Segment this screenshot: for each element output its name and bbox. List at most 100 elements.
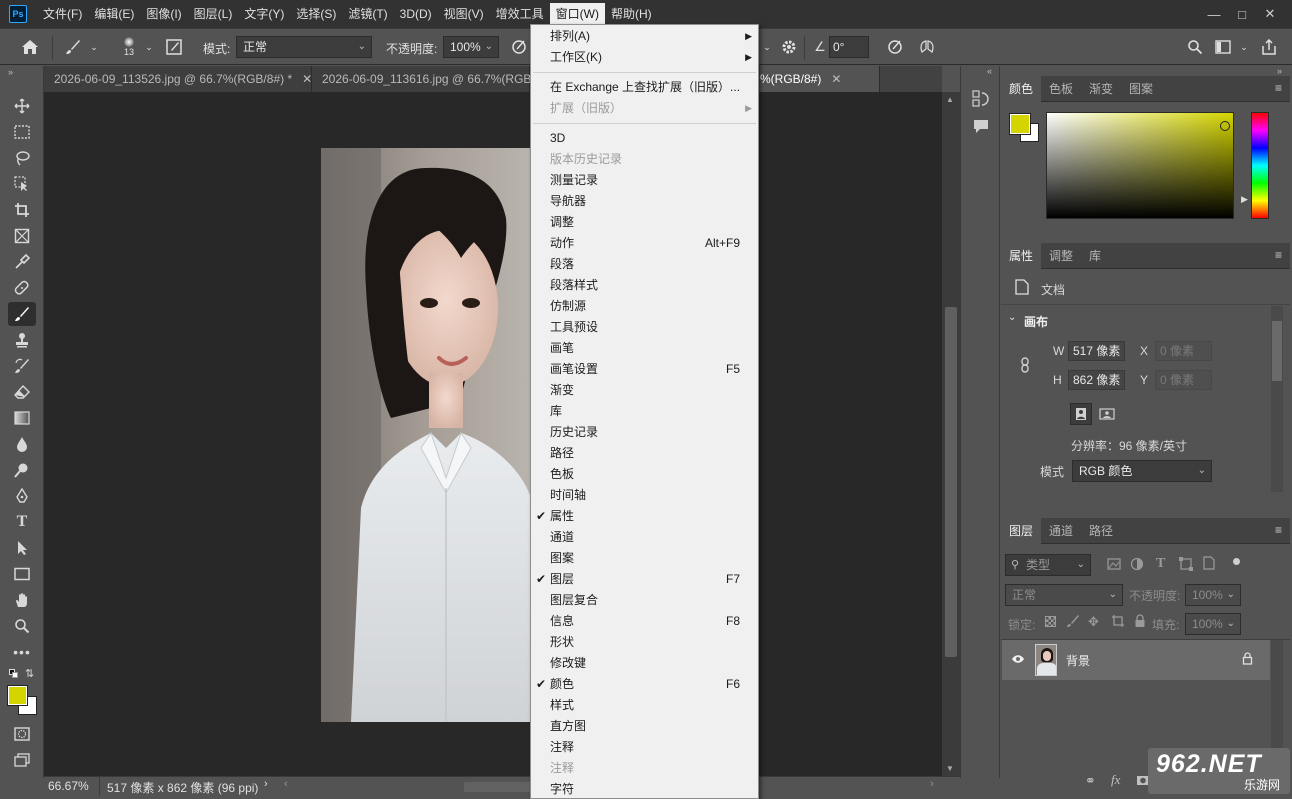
brush-preset-picker[interactable]: 13	[116, 34, 142, 60]
close-icon[interactable]: ✕	[302, 72, 312, 86]
path-select-tool-icon[interactable]	[8, 536, 36, 560]
hue-slider[interactable]	[1251, 112, 1269, 219]
chevron-down-icon[interactable]: ⌄	[762, 39, 772, 55]
window-menu-item[interactable]: 3D	[531, 128, 758, 149]
zoom-tool-icon[interactable]	[8, 614, 36, 638]
y-field[interactable]: 0 像素	[1155, 370, 1212, 390]
collapse-icon[interactable]: »	[1277, 66, 1282, 76]
menu-8[interactable]: 视图(V)	[438, 3, 490, 25]
blend-mode-select[interactable]: 正常 ⌄	[1005, 584, 1123, 606]
scroll-right-icon[interactable]: ›	[930, 778, 934, 790]
window-menu-item[interactable]: 时间轴	[531, 485, 758, 506]
lock-position-icon[interactable]: ✥	[1088, 614, 1099, 630]
clone-stamp-tool-icon[interactable]	[8, 328, 36, 352]
screen-mode-icon[interactable]	[8, 748, 36, 772]
window-menu-item[interactable]: 字符	[531, 779, 758, 798]
tab-paths[interactable]: 路径	[1081, 518, 1121, 544]
document-tab-active[interactable]: %(RGB/8#) ✕	[760, 66, 880, 92]
tab-color[interactable]: 颜色	[1001, 76, 1042, 102]
workspace-icon[interactable]	[1212, 37, 1234, 57]
chevron-down-icon[interactable]: ⌄	[1238, 39, 1250, 55]
menu-9[interactable]: 增效工具	[490, 3, 550, 25]
panel-menu-icon[interactable]: ≡	[1275, 523, 1282, 537]
fx-icon[interactable]: fx	[1111, 772, 1120, 788]
zoom-level[interactable]: 66.67%	[48, 779, 89, 793]
default-colors-icon[interactable]	[9, 669, 19, 679]
horizontal-scrollbar-thumb[interactable]	[464, 782, 534, 792]
marquee-tool-icon[interactable]	[8, 120, 36, 144]
window-menu-item[interactable]: 形状	[531, 632, 758, 653]
window-menu-item[interactable]: 导航器	[531, 191, 758, 212]
menu-11[interactable]: 帮助(H)	[605, 3, 658, 25]
window-menu-item[interactable]: ✔ 图层 F7	[531, 569, 758, 590]
collapse-icon[interactable]: «	[987, 66, 992, 76]
menu-5[interactable]: 选择(S)	[290, 3, 342, 25]
menu-3[interactable]: 图层(L)	[188, 3, 239, 25]
window-menu-item[interactable]: ✔ 颜色 F6	[531, 674, 758, 695]
scrollbar-thumb[interactable]	[1272, 321, 1282, 381]
window-menu-item[interactable]: 排列(A) ▶	[531, 26, 758, 47]
window-menu-item[interactable]: 直方图	[531, 716, 758, 737]
window-menu-item[interactable]: 信息 F8	[531, 611, 758, 632]
color-mode-select[interactable]: RGB 颜色 ⌄	[1072, 460, 1212, 482]
quick-mask-icon[interactable]	[8, 722, 36, 746]
window-menu-item[interactable]: 测量记录	[531, 170, 758, 191]
window-menu-item[interactable]: 段落样式	[531, 275, 758, 296]
properties-scrollbar[interactable]	[1271, 306, 1283, 492]
eraser-tool-icon[interactable]	[8, 380, 36, 404]
scrollbar-thumb[interactable]	[945, 307, 957, 657]
eyedropper-tool-icon[interactable]	[8, 250, 36, 274]
mode-select[interactable]: 正常 ⌄	[236, 36, 372, 58]
document-tab[interactable]: 2026-06-09_113616.jpg @ 66.7%(RGB/8	[312, 66, 541, 92]
lock-pixels-icon[interactable]	[1066, 614, 1080, 631]
height-field[interactable]: 862 像素	[1068, 370, 1125, 390]
tab-channels[interactable]: 通道	[1041, 518, 1081, 544]
link-icon[interactable]	[1019, 357, 1031, 376]
window-menu-item[interactable]: 库	[531, 401, 758, 422]
window-menu-item[interactable]: 动作 Alt+F9	[531, 233, 758, 254]
home-icon[interactable]	[18, 37, 42, 57]
lock-all-icon[interactable]	[1134, 614, 1146, 631]
menu-4[interactable]: 文字(Y)	[238, 3, 290, 25]
gear-icon[interactable]	[778, 37, 800, 57]
window-menu-item[interactable]: 历史记录	[531, 422, 758, 443]
window-menu-item[interactable]: 修改键	[531, 653, 758, 674]
pressure-opacity-icon[interactable]	[508, 37, 530, 57]
window-menu-item[interactable]: 段落	[531, 254, 758, 275]
pressure-size-icon[interactable]	[884, 37, 906, 57]
menu-1[interactable]: 编辑(E)	[88, 3, 140, 25]
menu-10[interactable]: 窗口(W)	[549, 3, 605, 25]
window-menu-item[interactable]: 在 Exchange 上查找扩展（旧版）...	[531, 77, 758, 98]
chevron-down-icon[interactable]: ⌄	[88, 39, 100, 55]
pen-tool-icon[interactable]	[8, 484, 36, 508]
filter-shape-icon[interactable]	[1179, 557, 1193, 574]
history-brush-tool-icon[interactable]	[8, 354, 36, 378]
window-menu-item[interactable]: 仿制源	[531, 296, 758, 317]
fill-field[interactable]: 100% ⌄	[1185, 613, 1241, 635]
brush-settings-icon[interactable]	[164, 38, 184, 56]
document-tab[interactable]: 2026-06-09_113526.jpg @ 66.7%(RGB/8#) * ✕	[44, 66, 312, 92]
lock-transparent-icon[interactable]	[1045, 616, 1056, 627]
window-menu-item[interactable]: 工作区(K) ▶	[531, 47, 758, 68]
frame-tool-icon[interactable]	[8, 224, 36, 248]
window-menu-item[interactable]: 渐变	[531, 380, 758, 401]
filter-pixel-icon[interactable]	[1107, 558, 1121, 573]
menu-7[interactable]: 3D(D)	[394, 3, 438, 25]
object-select-tool-icon[interactable]	[8, 172, 36, 196]
window-menu-item[interactable]: 通道	[531, 527, 758, 548]
link-layers-icon[interactable]: ⚭	[1085, 773, 1096, 789]
window-menu-item[interactable]: 注释	[531, 737, 758, 758]
dodge-tool-icon[interactable]	[8, 458, 36, 482]
vertical-scrollbar[interactable]: ▲ ▼	[942, 92, 960, 776]
window-menu-item[interactable]: 调整	[531, 212, 758, 233]
symmetry-icon[interactable]	[916, 37, 938, 57]
document-image[interactable]	[321, 148, 531, 722]
tab-properties[interactable]: 属性	[1001, 243, 1042, 269]
layer-row[interactable]: 背景	[1002, 640, 1270, 680]
tab-patterns[interactable]: 图案	[1121, 76, 1161, 102]
history-panel-icon[interactable]	[972, 90, 990, 111]
lasso-tool-icon[interactable]	[8, 146, 36, 170]
window-menu-item[interactable]: 样式	[531, 695, 758, 716]
blur-tool-icon[interactable]	[8, 432, 36, 456]
window-menu-item[interactable]: ✔ 属性	[531, 506, 758, 527]
